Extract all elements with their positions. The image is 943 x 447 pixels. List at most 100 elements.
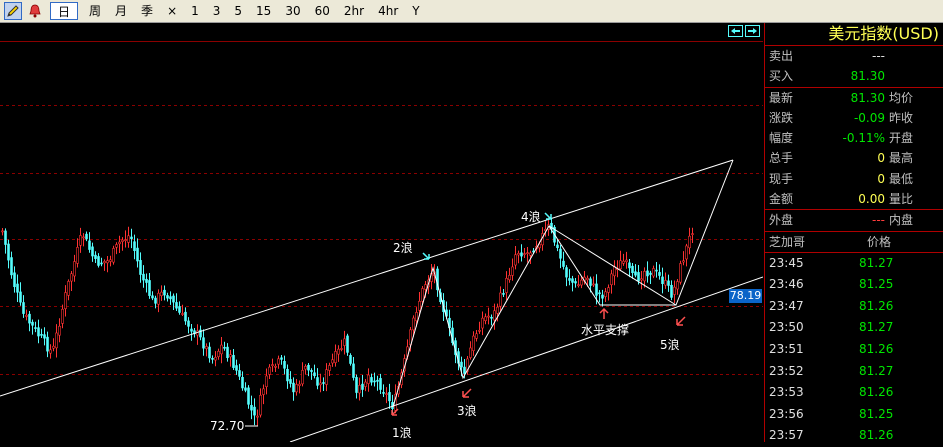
candle-body — [172, 295, 175, 303]
candle-body — [151, 295, 154, 299]
period-option[interactable]: 季 — [134, 2, 160, 20]
low-price-label: 72.70 — [210, 419, 245, 433]
sell-row: 卖出 --- — [765, 46, 943, 66]
candle-body — [244, 387, 247, 391]
price-tag: 78.19 — [729, 289, 762, 303]
candle-body — [13, 272, 16, 288]
candle-body — [658, 272, 661, 276]
candle-body — [661, 276, 664, 284]
candle-body — [175, 302, 178, 309]
candle-body — [76, 247, 79, 264]
candle-body — [478, 330, 481, 332]
next-arrow-icon[interactable] — [745, 25, 760, 37]
candle-body — [349, 355, 352, 364]
candle-body — [628, 262, 631, 269]
wave-drawing-lines — [0, 159, 763, 442]
period-option[interactable]: 4hr — [371, 2, 405, 20]
draw-pencil-icon[interactable] — [4, 2, 22, 20]
quote-value: -0.09 — [853, 110, 885, 125]
period-option[interactable]: 日 — [50, 2, 79, 20]
sell-value: --- — [872, 49, 885, 63]
candle-body — [34, 327, 37, 329]
candle-body — [463, 366, 466, 374]
wave5-arrow-icon — [676, 316, 686, 326]
tick-time: 23:52 — [769, 363, 804, 378]
wave5-label: 5浪 — [660, 338, 680, 352]
candle-body — [157, 292, 160, 305]
quote-row: 涨跌 -0.09 昨收 — [765, 108, 943, 128]
tick-price: 81.26 — [859, 298, 894, 313]
candle-body — [523, 253, 526, 255]
candle-body — [214, 357, 217, 361]
candle-body — [631, 265, 634, 274]
tick-time: 23:53 — [769, 385, 804, 400]
wave-path-line — [392, 159, 734, 408]
candle-body — [493, 310, 496, 321]
candle-body — [67, 281, 70, 296]
period-selector: 日周月季 × 1 3 5 15 30 60 2hr 4hr Y — [50, 2, 427, 20]
candle-body — [298, 383, 301, 386]
candle-body — [379, 378, 382, 390]
candle-body — [235, 365, 238, 371]
candle-body — [331, 359, 334, 364]
candle-body — [97, 256, 100, 266]
quote-label: 幅度 — [769, 131, 794, 146]
tick-row: 23:47 81.26 — [765, 296, 943, 318]
candlestick-chart[interactable]: 1浪 2浪 3浪 4浪 5浪 水平支撑 72.70 78.19 — [0, 23, 763, 442]
candle-body — [163, 289, 166, 296]
candle-body — [562, 260, 565, 267]
toolbar: 日周月季 × 1 3 5 15 30 60 2hr 4hr Y — [0, 0, 943, 23]
candle-body — [247, 387, 250, 405]
prev-arrow-icon[interactable] — [728, 25, 743, 37]
candle-body — [22, 302, 25, 314]
quote-stats: 最新 81.30 均价 涨跌 -0.09 昨收 幅度 -0.11% 开盘 总手 0 最高 现手 0 最低 金额… — [765, 88, 943, 232]
candle-body — [565, 267, 568, 278]
candle-body — [166, 295, 169, 299]
candle-body — [475, 333, 478, 339]
candle-body — [655, 269, 658, 272]
tick-row: 23:50 81.27 — [765, 317, 943, 339]
candle-body — [505, 278, 508, 293]
candle-body — [52, 345, 55, 349]
support-arrow-icon — [599, 307, 609, 319]
period-option[interactable]: 1 — [184, 2, 206, 20]
candle-body — [124, 239, 127, 241]
candle-body — [220, 344, 223, 355]
candle-body — [388, 392, 391, 402]
alarm-bell-icon[interactable] — [26, 2, 44, 20]
tick-time: 23:56 — [769, 406, 804, 421]
ticks-header-right: 价格 — [867, 234, 892, 249]
candle-body — [1, 230, 4, 233]
period-option[interactable]: Y — [405, 2, 426, 20]
period-option[interactable]: 月 — [108, 2, 134, 20]
period-option[interactable]: 5 — [227, 2, 249, 20]
period-option[interactable]: 3 — [206, 2, 228, 20]
candle-body — [670, 284, 673, 298]
candle-body — [610, 273, 613, 286]
candle-body — [601, 294, 604, 299]
tick-row: 23:46 81.25 — [765, 274, 943, 296]
period-option[interactable]: 2hr — [337, 2, 371, 20]
period-option[interactable]: × — [160, 2, 184, 20]
period-option[interactable]: 60 — [308, 2, 337, 20]
period-option[interactable]: 30 — [278, 2, 307, 20]
candle-body — [568, 278, 571, 281]
period-option[interactable]: 周 — [82, 2, 108, 20]
candle-body — [343, 338, 346, 346]
tick-time: 23:47 — [769, 298, 804, 313]
quote-row: 金额 0.00 量比 — [765, 189, 943, 211]
tick-price: 81.25 — [859, 277, 894, 292]
candle-body — [487, 315, 490, 318]
quote-right-label: 量比 — [889, 192, 914, 207]
candle-body — [187, 320, 190, 327]
candle-body — [514, 254, 517, 266]
instrument-title: 美元指数(USD) — [765, 23, 943, 46]
quote-right-label: 最高 — [889, 151, 914, 166]
wave3-label: 3浪 — [457, 404, 477, 418]
candle-body — [469, 347, 472, 358]
tick-time: 23:45 — [769, 255, 804, 270]
period-option[interactable]: 15 — [249, 2, 278, 20]
candle-body — [580, 279, 583, 286]
tick-price: 81.27 — [859, 255, 894, 270]
channel-lower-line — [289, 276, 763, 442]
